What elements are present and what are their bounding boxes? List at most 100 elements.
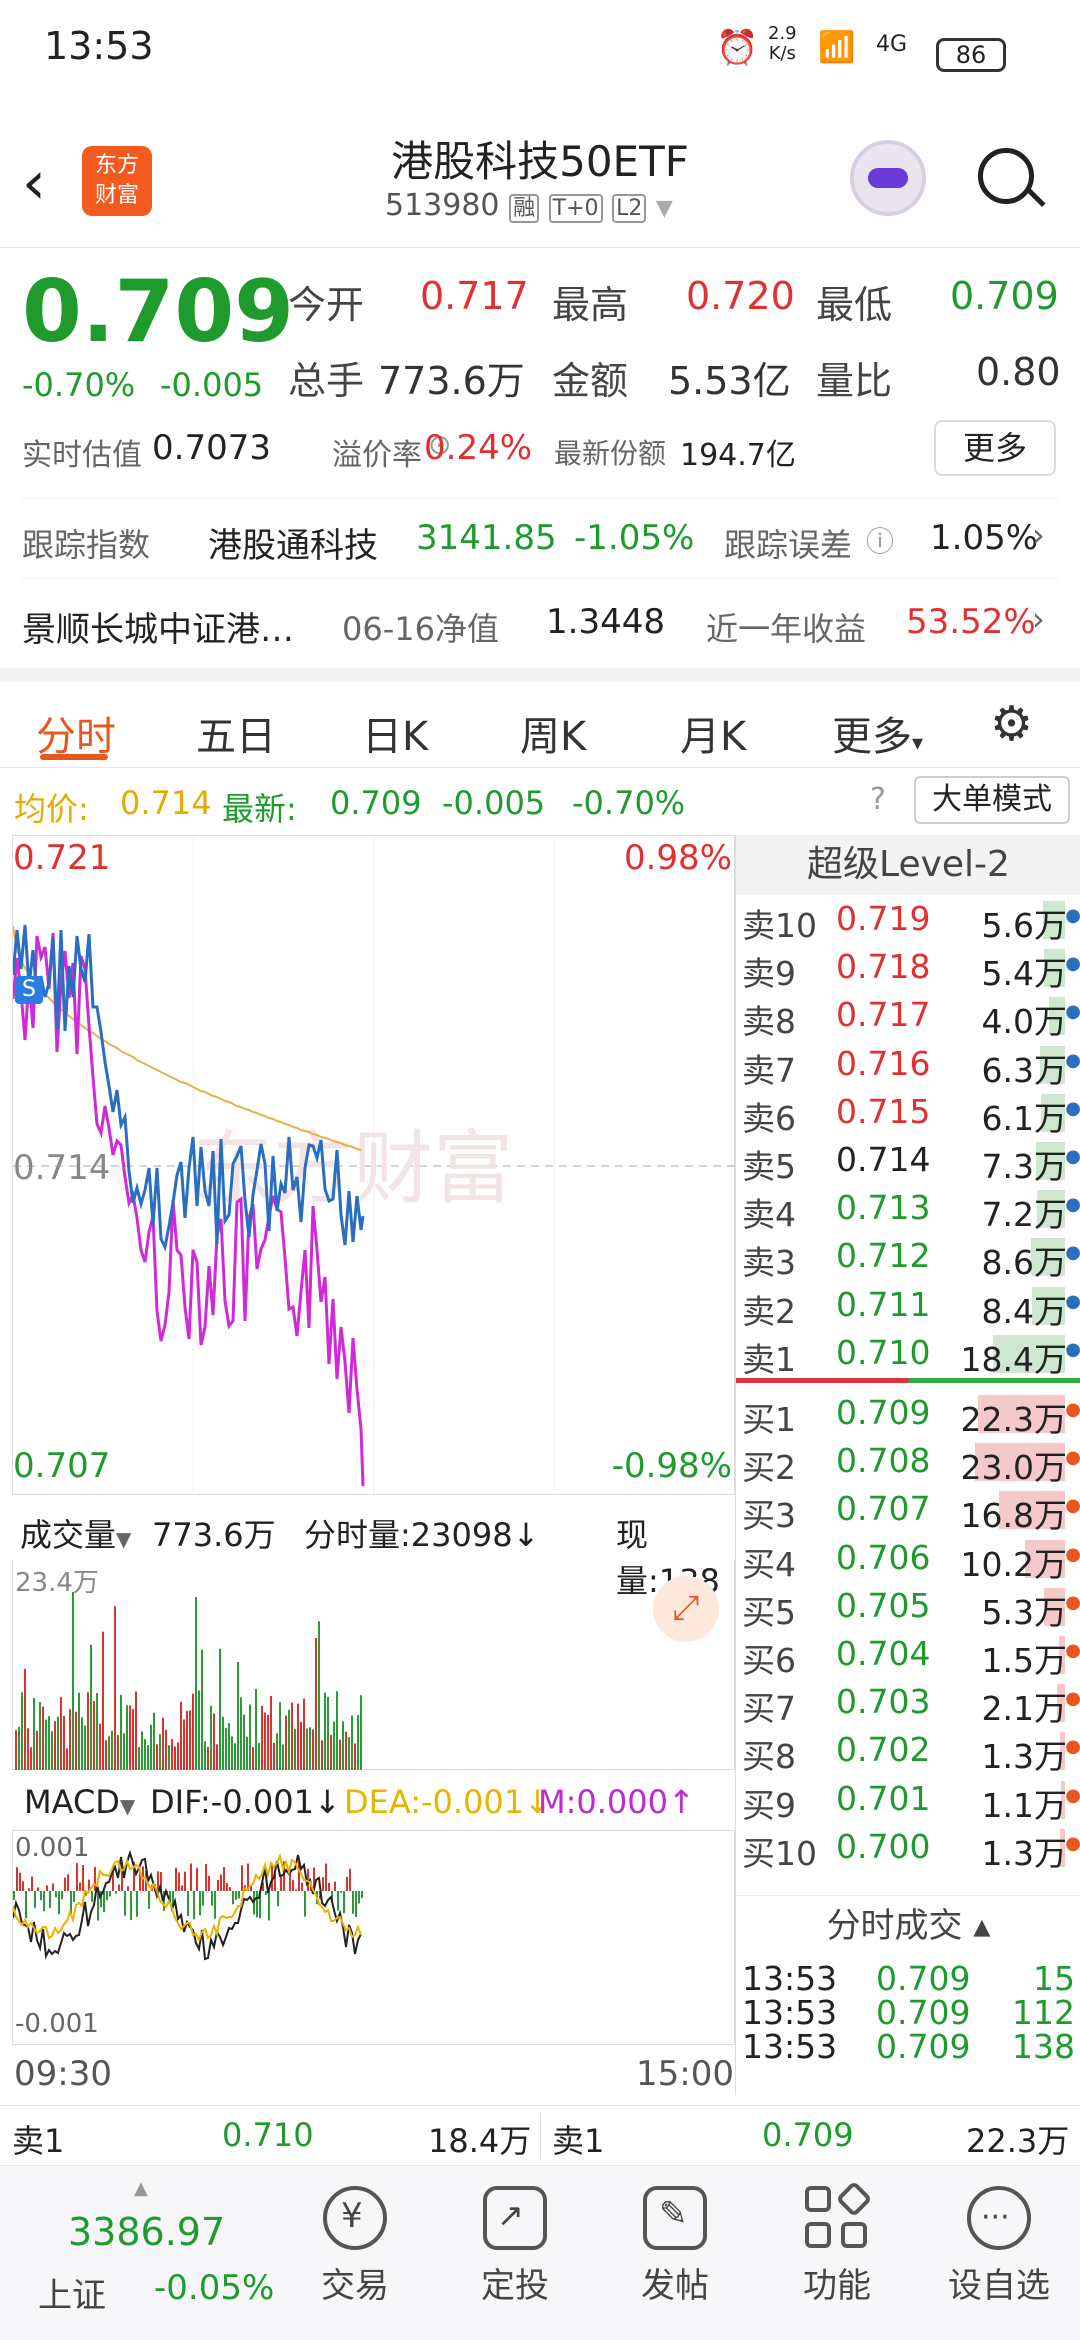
- bid-row[interactable]: 买7 0.703 2.1万 ●: [736, 1678, 1080, 1728]
- bid-row[interactable]: 买1 0.709 22.3万 ●: [736, 1389, 1080, 1439]
- ask-row[interactable]: 卖7 0.716 6.3万 ●: [736, 1040, 1080, 1090]
- macd-bar: [25, 1891, 27, 1919]
- estimate-label: 实时估值: [22, 438, 142, 473]
- bottom-nav: ▲ 3386.97 上证 -0.05% ¥ 交易 ↗ 定投 ✎ 发帖 功能 ··· 设自…: [0, 2165, 1080, 2340]
- ask-row[interactable]: 卖4 0.713 7.2万 ●: [736, 1184, 1080, 1234]
- back-icon[interactable]: ‹: [22, 148, 46, 218]
- index-ticker[interactable]: ▲ 3386.97 上证 -0.05%: [20, 2178, 280, 2328]
- shares-label: 最新份额: [554, 437, 667, 470]
- volume-bar: [210, 1705, 212, 1770]
- macd-bar: [301, 1882, 303, 1891]
- tracking-error-value: 1.05%: [930, 518, 1039, 558]
- track-index-name[interactable]: 港股通科技: [208, 518, 378, 567]
- volume-bar: [192, 1693, 194, 1770]
- macd-bar: [202, 1891, 204, 1906]
- bid-row[interactable]: 买5 0.705 5.3万 ●: [736, 1582, 1080, 1632]
- macd-dea: DEA:-0.001↓: [344, 1783, 551, 1821]
- ask-row[interactable]: 卖2 0.711 8.4万 ●: [736, 1281, 1080, 1331]
- volume-bar: [321, 1740, 323, 1770]
- help-icon[interactable]: ?: [870, 782, 886, 817]
- macd-bar: [328, 1882, 330, 1891]
- nav-post[interactable]: ✎ 发帖: [620, 2176, 730, 2307]
- ratio-label: 量比: [816, 359, 893, 403]
- high-label: 最高: [552, 283, 629, 327]
- volume-bar: [285, 1715, 287, 1770]
- nav-label: 06-16净值: [342, 610, 499, 648]
- macd-bar: [337, 1891, 339, 1911]
- nav-add-watchlist[interactable]: ··· 设自选: [944, 2176, 1054, 2307]
- big-order-mode-button[interactable]: 大单模式: [914, 776, 1070, 824]
- macd-bar: [340, 1891, 342, 1893]
- nav-trade[interactable]: ¥ 交易: [300, 2176, 410, 2307]
- ask-row[interactable]: 卖3 0.712 8.6万 ●: [736, 1232, 1080, 1282]
- volume-bar: [57, 1716, 59, 1770]
- bid-row[interactable]: 买4 0.706 10.2万 ●: [736, 1534, 1080, 1584]
- volume-bar: [135, 1691, 137, 1770]
- volume-chart: 23.4万 ⤢: [12, 1560, 735, 1770]
- volume-bar: [309, 1727, 311, 1770]
- macd-bar: [292, 1880, 294, 1891]
- volume-bar: [93, 1701, 95, 1770]
- nav-invest[interactable]: ↗ 定投: [460, 2176, 570, 2307]
- volume-selector[interactable]: 成交量▼: [20, 1510, 131, 1556]
- ask-row[interactable]: 卖8 0.717 4.0万 ●: [736, 991, 1080, 1041]
- trades-title[interactable]: 分时成交 ▴: [736, 1895, 1080, 1955]
- avg-value: 0.714: [120, 784, 212, 822]
- macd-bar: [127, 1886, 129, 1891]
- volume-bar: [84, 1725, 86, 1770]
- macd-bar: [295, 1889, 297, 1891]
- bid-row[interactable]: 买6 0.704 1.5万 ●: [736, 1630, 1080, 1680]
- trade-row: 13:53 0.709 138: [742, 2027, 1075, 2066]
- bid-row[interactable]: 买8 0.702 1.3万 ●: [736, 1726, 1080, 1776]
- ask-row[interactable]: 卖9 0.718 5.4万 ●: [736, 943, 1080, 993]
- ask-row[interactable]: 卖1 0.710 18.4万 ●: [736, 1329, 1080, 1379]
- macd-selector[interactable]: MACD▼: [24, 1783, 135, 1821]
- volume-bar: [204, 1741, 206, 1770]
- volume-bar: [99, 1723, 101, 1770]
- tab-daily-k[interactable]: 日K: [362, 704, 428, 762]
- macd-bar: [106, 1891, 108, 1901]
- volume-bar: [165, 1729, 167, 1770]
- bid-row[interactable]: 买10 0.700 1.3万 ●: [736, 1823, 1080, 1873]
- volume-bar: [117, 1735, 119, 1770]
- ask-row[interactable]: 卖10 0.719 5.6万 ●: [736, 895, 1080, 945]
- nav-functions[interactable]: 功能: [782, 2176, 892, 2307]
- volume-bar: [279, 1702, 281, 1770]
- tab-monthly-k[interactable]: 月K: [680, 704, 746, 762]
- settings-gear-icon[interactable]: ⚙: [990, 696, 1033, 752]
- chevron-right-icon[interactable]: ›: [1032, 516, 1045, 554]
- ask-row[interactable]: 卖6 0.715 6.1万 ●: [736, 1088, 1080, 1138]
- search-icon[interactable]: [978, 148, 1046, 208]
- volume-bar: [48, 1716, 50, 1770]
- expand-icon[interactable]: ⤢: [653, 1576, 719, 1642]
- chart-top-pct: 0.98%: [623, 838, 732, 878]
- volume-bar: [180, 1701, 182, 1770]
- macd-bar: [349, 1868, 351, 1891]
- bid-row[interactable]: 买3 0.707 16.8万 ●: [736, 1485, 1080, 1535]
- change-pct: -0.70%: [22, 366, 136, 404]
- macd-bar: [37, 1887, 39, 1891]
- tab-more[interactable]: 更多▾: [832, 704, 923, 762]
- volume-bar: [270, 1695, 272, 1770]
- bid-row[interactable]: 买9 0.701 1.1万 ●: [736, 1775, 1080, 1825]
- volume-bar: [126, 1705, 128, 1770]
- fund-name[interactable]: 景顺长城中证港…: [22, 602, 294, 651]
- open-value: 0.717: [420, 274, 529, 318]
- ask-row[interactable]: 卖5 0.714 7.3万 ●: [736, 1136, 1080, 1186]
- macd-bar: [16, 1867, 18, 1891]
- macd-bar: [28, 1888, 30, 1891]
- bid-row[interactable]: 买2 0.708 23.0万 ●: [736, 1437, 1080, 1487]
- tab-5day[interactable]: 五日: [196, 704, 276, 762]
- intraday-chart[interactable]: 东方财富 0.721 0.98% 0.714 0.707 -0.98% S: [12, 835, 736, 1496]
- chevron-right-icon[interactable]: ›: [1032, 600, 1045, 638]
- level2-title[interactable]: 超级Level-2: [736, 835, 1080, 895]
- more-button[interactable]: 更多: [934, 420, 1056, 476]
- help-icon[interactable]: ⓘ: [866, 520, 894, 560]
- sell-marker[interactable]: S: [15, 976, 43, 1004]
- macd-bar: [73, 1891, 75, 1902]
- tab-weekly-k[interactable]: 周K: [520, 704, 586, 762]
- volume-bar: [156, 1744, 158, 1770]
- index-pct: -0.05%: [154, 2268, 275, 2308]
- avatar[interactable]: [850, 140, 926, 216]
- macd-bar: [64, 1877, 66, 1891]
